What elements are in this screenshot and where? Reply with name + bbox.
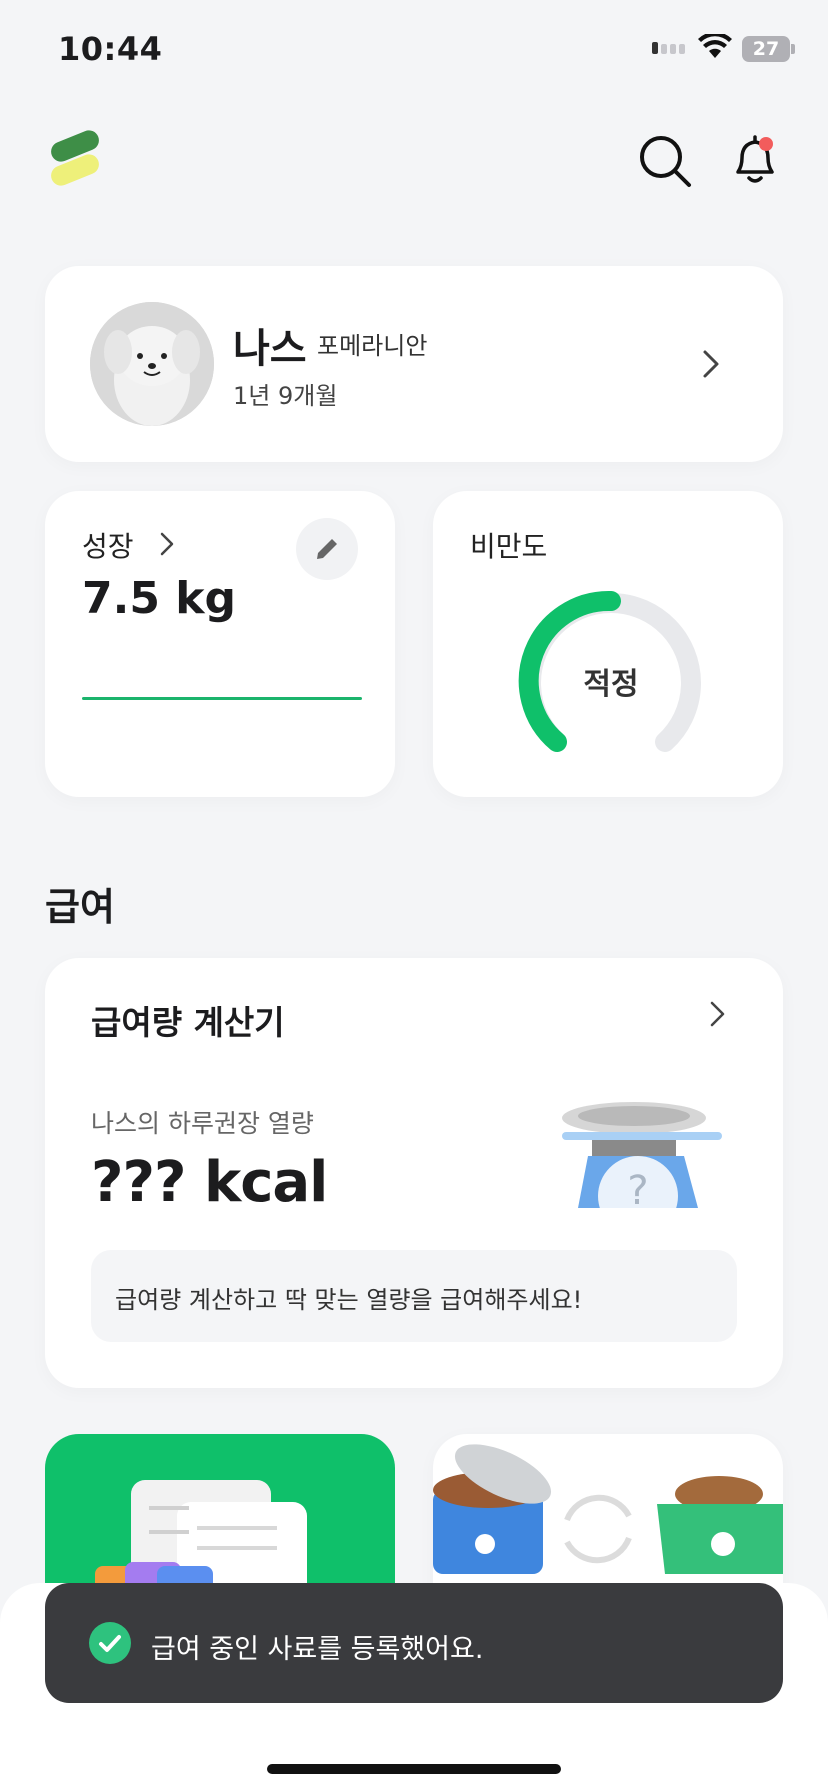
- notification-bell-icon[interactable]: [728, 132, 782, 188]
- pet-profile-card[interactable]: 나스 포메라니안 1년 9개월: [45, 266, 783, 462]
- chevron-right-icon: [703, 350, 719, 378]
- edit-weight-button[interactable]: [296, 518, 358, 580]
- cellular-signal-icon: [652, 42, 685, 54]
- pet-avatar: [90, 302, 214, 426]
- chevron-right-icon: [160, 532, 174, 556]
- obesity-status: 적정: [583, 667, 639, 702]
- home-indicator[interactable]: [267, 1764, 561, 1774]
- chevron-right-icon: [710, 1001, 725, 1027]
- app-logo: [51, 130, 99, 186]
- checkmark-icon: [89, 1622, 131, 1664]
- feeding-calculator-card[interactable]: 급여량 계산기 나스의 하루권장 열량 ??? kcal ? 급여량 계산하고 …: [45, 958, 783, 1388]
- search-icon[interactable]: [638, 134, 692, 188]
- svg-text:?: ?: [627, 1168, 648, 1208]
- growth-title: 성장: [82, 530, 134, 563]
- pet-age: 1년 9개월: [233, 382, 338, 410]
- battery-tip: [791, 44, 795, 54]
- calorie-value: ??? kcal: [91, 1150, 328, 1215]
- obesity-title: 비만도: [470, 530, 548, 563]
- dog-illustration: [90, 302, 214, 426]
- pencil-icon: [317, 539, 337, 559]
- pet-breed: 포메라니안: [317, 332, 428, 360]
- growth-chart-line: [82, 697, 362, 700]
- weight-value: 7.5 kg: [82, 573, 237, 624]
- section-title: 급여: [45, 885, 115, 929]
- wifi-icon: [698, 34, 732, 58]
- obesity-card[interactable]: 비만도 적정: [433, 491, 783, 797]
- food-scale-illustration: ?: [562, 1102, 722, 1208]
- growth-card[interactable]: 성장 7.5 kg: [45, 491, 395, 797]
- calculator-title: 급여량 계산기: [91, 1003, 285, 1042]
- calculator-subtitle: 나스의 하루권장 열량: [91, 1109, 314, 1138]
- pet-name: 나스: [233, 326, 307, 372]
- battery-indicator: 27: [742, 36, 790, 62]
- toast-notification: 급여 중인 사료를 등록했어요.: [45, 1583, 783, 1703]
- calculator-hint: 급여량 계산하고 딱 맞는 열량을 급여해주세요!: [91, 1250, 737, 1342]
- toast-message: 급여 중인 사료를 등록했어요.: [151, 1634, 484, 1665]
- status-time: 10:44: [58, 30, 163, 68]
